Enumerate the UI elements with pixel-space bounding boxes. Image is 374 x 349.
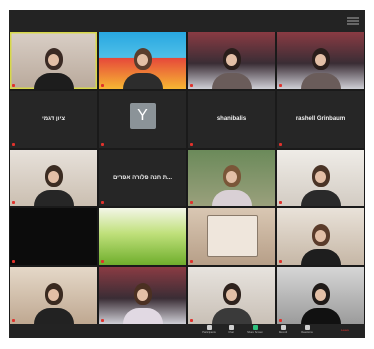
participant-tile[interactable] — [99, 208, 186, 266]
muted-mic-icon — [101, 142, 104, 146]
participant-tile[interactable] — [277, 149, 364, 207]
record-icon — [280, 325, 286, 330]
participant-name-label: shanibalis — [216, 116, 247, 123]
chat-icon — [228, 325, 234, 330]
participant-body — [122, 72, 163, 89]
reactions-button[interactable]: Reactions — [295, 325, 319, 337]
participant-tile[interactable] — [99, 267, 186, 324]
participant-face — [137, 288, 148, 301]
muted-mic-icon — [190, 142, 193, 146]
participant-tile[interactable] — [277, 267, 364, 324]
participant-tile[interactable] — [10, 32, 97, 89]
muted-mic-icon — [101, 318, 104, 322]
participant-tile[interactable] — [188, 267, 275, 324]
participant-face — [315, 53, 326, 66]
muted-mic-icon — [190, 318, 193, 322]
participant-tile[interactable] — [99, 32, 186, 89]
muted-mic-icon — [12, 201, 15, 205]
leave-button[interactable]: Leave — [331, 325, 359, 337]
participant-tile[interactable]: ציון דגמי — [10, 90, 97, 148]
participant-body — [33, 190, 74, 207]
share-icon — [252, 325, 258, 330]
participant-tile[interactable] — [277, 208, 364, 266]
participant-body — [211, 72, 252, 89]
muted-mic-icon — [12, 142, 15, 146]
muted-mic-icon — [12, 83, 15, 87]
participant-tile[interactable]: Y — [99, 90, 186, 148]
participant-tile[interactable] — [10, 149, 97, 207]
participants-button[interactable]: Participants — [197, 325, 221, 337]
participant-tile[interactable] — [277, 32, 364, 89]
muted-mic-icon — [101, 201, 104, 205]
muted-mic-icon — [279, 201, 282, 205]
muted-mic-icon — [12, 260, 15, 264]
muted-mic-icon — [101, 260, 104, 264]
participant-name-label: rashell Grinbaum — [295, 116, 346, 123]
participant-face — [48, 53, 59, 66]
gallery-grid: ציון דגמי Yshanibalis rashell Grinbaum ת חנ… — [10, 32, 364, 324]
participant-body — [211, 307, 252, 324]
participant-face — [48, 288, 59, 301]
participant-name-label: ציון דגמי — [42, 116, 65, 123]
muted-mic-icon — [190, 260, 193, 264]
participant-body — [300, 190, 341, 207]
participant-tile[interactable]: ת חנה פלורה אפרים... — [99, 149, 186, 207]
participant-tile[interactable]: shanibalis — [188, 90, 275, 148]
muted-mic-icon — [101, 83, 104, 87]
participant-body — [300, 249, 341, 266]
muted-mic-icon — [190, 83, 193, 87]
drawing-paper — [207, 215, 258, 257]
participant-face — [315, 288, 326, 301]
participant-face — [226, 53, 237, 66]
muted-mic-icon — [279, 318, 282, 322]
participant-name-label: ת חנה פלורה אפרים... — [112, 174, 173, 181]
participant-tile[interactable]: rashell Grinbaum — [277, 90, 364, 148]
participant-body — [33, 307, 74, 324]
record-button[interactable]: Record — [271, 325, 295, 337]
avatar: Y — [129, 103, 156, 130]
participant-body — [211, 190, 252, 207]
participant-face — [226, 288, 237, 301]
muted-mic-icon — [12, 318, 15, 322]
participant-body — [122, 307, 163, 324]
participant-tile[interactable] — [188, 208, 275, 266]
participant-tile[interactable] — [10, 267, 97, 324]
muted-mic-icon — [190, 201, 193, 205]
title-bar — [9, 10, 365, 32]
chat-button[interactable]: Chat — [219, 325, 243, 337]
people-icon — [206, 325, 212, 330]
participant-tile[interactable] — [188, 149, 275, 207]
participant-tile[interactable] — [188, 32, 275, 89]
muted-mic-icon — [279, 83, 282, 87]
participant-tile[interactable] — [10, 208, 97, 266]
participant-face — [315, 229, 326, 242]
share-screen-button[interactable]: Share Screen — [243, 325, 267, 337]
participant-body — [300, 307, 341, 324]
muted-mic-icon — [279, 260, 282, 264]
meeting-toolbar: Participants Chat Share Screen Record Re… — [9, 324, 365, 338]
muted-mic-icon — [279, 142, 282, 146]
participant-body — [300, 72, 341, 89]
smile-icon — [304, 325, 310, 330]
participant-face — [137, 53, 148, 66]
participant-body — [33, 72, 74, 89]
zoom-window: ציון דגמי Yshanibalis rashell Grinbaum ת חנ… — [9, 10, 365, 338]
gallery-view-icon[interactable] — [347, 17, 359, 25]
